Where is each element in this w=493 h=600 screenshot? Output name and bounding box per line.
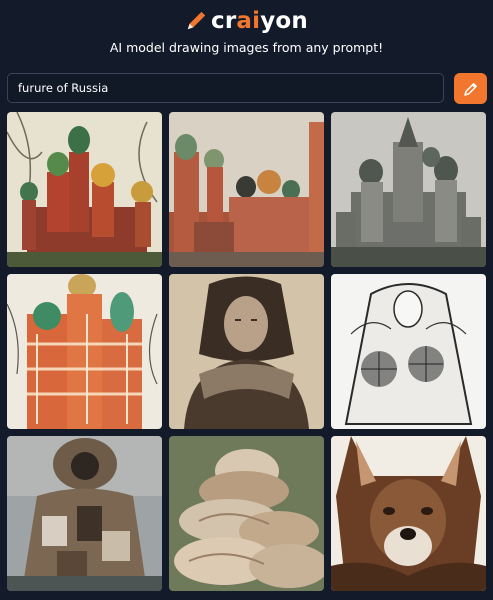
draw-button[interactable]	[454, 73, 487, 104]
result-image-1[interactable]	[7, 112, 162, 267]
header: craiyon	[0, 6, 493, 36]
logo-accent: ai	[236, 8, 261, 34]
result-image-7[interactable]	[7, 436, 162, 591]
result-image-4[interactable]	[7, 274, 162, 429]
craiyon-page: craiyon AI model drawing images from any…	[0, 0, 493, 600]
logo-prefix: cr	[211, 8, 237, 34]
result-image-5[interactable]	[169, 274, 324, 429]
pencil-icon	[463, 82, 477, 96]
result-image-8[interactable]	[169, 436, 324, 591]
result-image-9[interactable]	[331, 436, 486, 591]
pencil-logo-icon	[187, 11, 206, 30]
tagline: AI model drawing images from any prompt!	[109, 40, 384, 55]
prompt-input[interactable]	[7, 73, 444, 103]
result-image-2[interactable]	[169, 112, 324, 267]
result-image-6[interactable]	[331, 274, 486, 429]
result-image-3[interactable]	[331, 112, 486, 267]
logo-text[interactable]: craiyon	[211, 8, 308, 34]
logo-suffix: yon	[260, 8, 308, 34]
search-row	[7, 73, 487, 105]
